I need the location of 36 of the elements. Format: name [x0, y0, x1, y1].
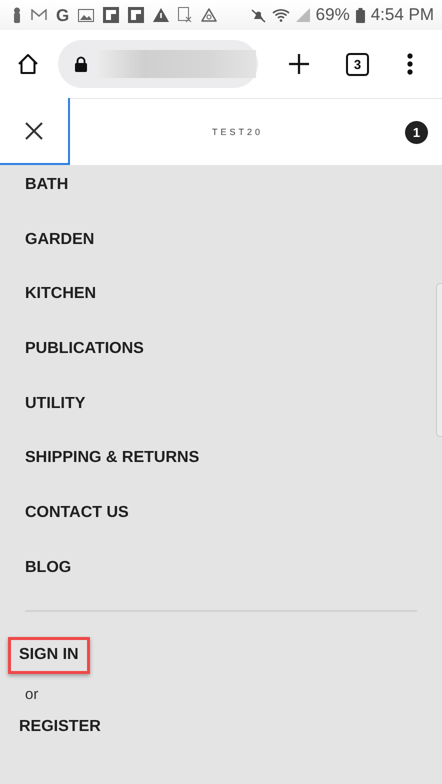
tab-count-button[interactable]: 3 [346, 52, 369, 76]
menu-item[interactable]: BATH [25, 165, 68, 205]
menu-item[interactable]: PUBLICATIONS [25, 329, 144, 370]
close-icon [24, 120, 44, 140]
menu-item[interactable]: BLOG [25, 548, 72, 588]
document-icon [178, 7, 192, 23]
more-icon[interactable] [407, 53, 413, 75]
menu-item[interactable]: GARDEN [25, 220, 94, 260]
scrollbar-thumb[interactable] [436, 283, 442, 437]
close-button[interactable] [0, 98, 70, 165]
or-text: or [25, 686, 38, 702]
square-app-icon [128, 7, 144, 23]
menu-item[interactable]: CONTACT US [25, 493, 129, 534]
signal-icon [296, 8, 310, 22]
menu-item[interactable]: SHIPPING & RETURNS [25, 438, 200, 478]
square-app-icon [103, 7, 120, 23]
person-icon [12, 7, 22, 23]
menu-item[interactable]: UTILITY [25, 384, 86, 424]
triangle-icon [201, 8, 218, 22]
image-icon [78, 8, 94, 22]
home-icon[interactable] [16, 52, 40, 76]
sign-in-link[interactable]: SIGN IN [8, 636, 90, 674]
battery-percent: 69% [316, 5, 350, 25]
plus-icon[interactable] [288, 53, 310, 75]
cart-count-badge[interactable]: 1 [405, 120, 428, 144]
menu-item[interactable]: KITCHEN [25, 274, 96, 314]
mail-icon [31, 9, 47, 21]
lock-icon [74, 56, 88, 72]
battery-icon [356, 8, 365, 22]
clock: 4:54 PM [370, 5, 434, 25]
wifi-icon [272, 8, 290, 22]
g-icon: G [56, 6, 70, 24]
warning-icon [153, 8, 170, 22]
mute-icon [250, 8, 266, 22]
register-link[interactable]: REGISTER [8, 708, 112, 746]
site-logo[interactable]: TEST20 [70, 127, 405, 137]
